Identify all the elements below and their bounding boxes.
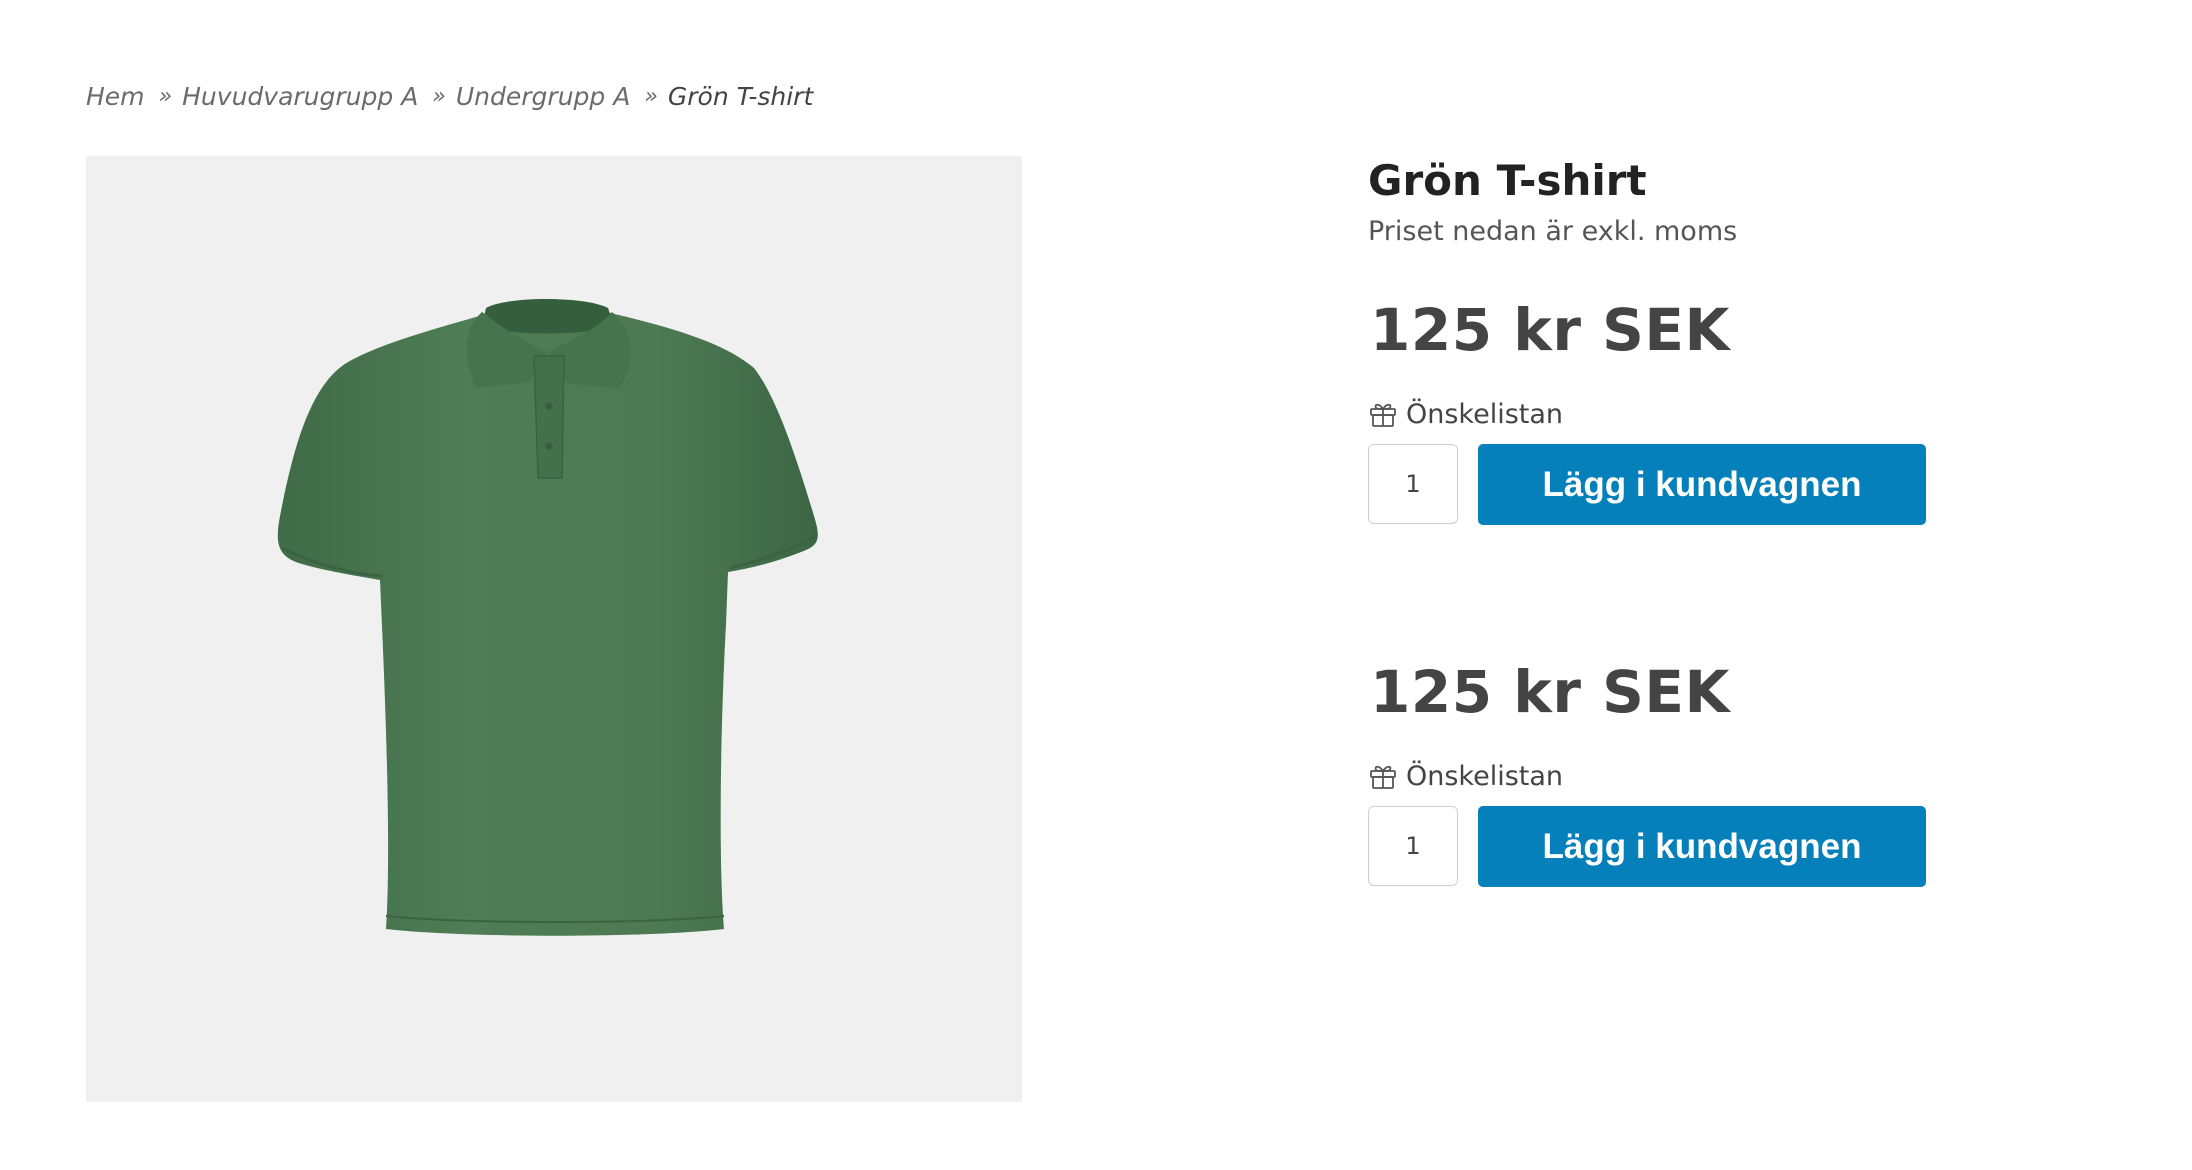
quantity-input[interactable] xyxy=(1368,806,1458,886)
breadcrumb-separator: » xyxy=(432,83,446,109)
breadcrumb-current: Grön T-shirt xyxy=(667,81,814,111)
wishlist-label: Önskelistan xyxy=(1406,760,1564,792)
product-title: Grön T-shirt xyxy=(1368,156,1647,205)
product-image[interactable] xyxy=(86,156,1022,1102)
wishlist-link[interactable]: Önskelistan xyxy=(1368,397,1563,431)
gift-icon xyxy=(1368,399,1398,429)
buy-block: 125 kr SEK Önskelistan Lägg i kundvagnen xyxy=(1368,658,1928,918)
add-to-cart-button[interactable]: Lägg i kundvagnen xyxy=(1478,444,1926,525)
breadcrumb-link-home[interactable]: Hem xyxy=(86,82,145,111)
product-price: 125 kr SEK xyxy=(1370,296,1730,364)
polo-shirt-icon xyxy=(277,299,818,936)
price-vat-note: Priset nedan är exkl. moms xyxy=(1368,216,1738,247)
wishlist-link[interactable]: Önskelistan xyxy=(1368,759,1563,793)
buy-block: 125 kr SEK Önskelistan Lägg i kundvagnen xyxy=(1368,296,1928,556)
breadcrumb-separator: » xyxy=(158,83,173,109)
breadcrumb-link-main-group[interactable]: Huvudvarugrupp A xyxy=(182,82,418,111)
product-price: 125 kr SEK xyxy=(1370,658,1730,726)
breadcrumb: Hem » Huvudvarugrupp A » Undergrupp A » … xyxy=(86,76,813,116)
breadcrumb-separator: » xyxy=(644,83,658,109)
gift-icon xyxy=(1368,761,1398,791)
wishlist-label: Önskelistan xyxy=(1406,398,1564,430)
quantity-input[interactable] xyxy=(1368,444,1458,524)
breadcrumb-link-subgroup[interactable]: Undergrupp A xyxy=(456,82,630,111)
add-to-cart-button[interactable]: Lägg i kundvagnen xyxy=(1478,806,1926,887)
